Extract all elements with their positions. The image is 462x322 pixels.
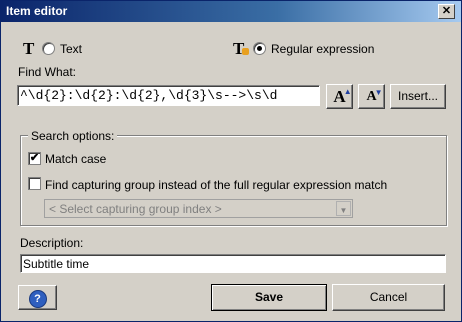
description-label: Description: xyxy=(20,236,84,250)
text-mode-radio[interactable] xyxy=(42,42,55,55)
window-title: Item editor xyxy=(6,4,68,18)
text-mode-icon: T xyxy=(23,39,35,58)
text-mode-label: Text xyxy=(60,42,83,56)
regex-mode-radio[interactable] xyxy=(253,42,266,55)
capturing-group-select-value: < Select capturing group index > xyxy=(49,202,222,216)
find-what-label: Find What: xyxy=(18,65,77,79)
insert-button[interactable]: Insert... xyxy=(390,84,446,109)
checkmark-icon: ✔ xyxy=(29,152,40,164)
increase-font-button[interactable]: A ▲ xyxy=(326,84,353,109)
regex-mode-label: Regular expression xyxy=(271,42,375,56)
capturing-group-checkbox[interactable] xyxy=(28,177,41,190)
title-bar[interactable]: Item editor ✕ xyxy=(1,1,461,22)
regex-mode-icon: T xyxy=(233,39,251,58)
search-options-title: Search options: xyxy=(28,129,118,143)
capturing-group-label: Find capturing group instead of the full… xyxy=(45,178,388,192)
find-what-value: ^\d{2}:\d{2}:\d{2},\d{3}\s-->\s\d xyxy=(20,88,278,103)
description-value: Subtitle time xyxy=(23,257,90,271)
dropdown-arrow-button[interactable]: ▼ xyxy=(336,201,351,216)
save-button[interactable]: Save xyxy=(211,284,327,311)
match-case-label: Match case xyxy=(45,152,107,166)
decrease-font-icon: A ▼ xyxy=(366,88,383,104)
item-editor-window: Item editor ✕ T Text T Regular expressio… xyxy=(0,0,462,322)
close-icon: ✕ xyxy=(441,5,452,17)
match-case-checkbox[interactable]: ✔ xyxy=(28,152,41,165)
close-button[interactable]: ✕ xyxy=(438,4,455,19)
increase-font-icon: A ▲ xyxy=(333,87,352,106)
help-icon: ? xyxy=(28,290,47,308)
decrease-font-button[interactable]: A ▼ xyxy=(358,84,385,109)
find-what-input[interactable]: ^\d{2}:\d{2}:\d{2},\d{3}\s-->\s\d xyxy=(17,85,320,106)
chevron-down-icon: ▼ xyxy=(339,206,348,215)
capturing-group-select[interactable]: < Select capturing group index > ▼ xyxy=(44,199,353,218)
description-input[interactable]: Subtitle time xyxy=(20,254,446,273)
help-button[interactable]: ? xyxy=(18,285,57,310)
cancel-button[interactable]: Cancel xyxy=(332,284,445,311)
